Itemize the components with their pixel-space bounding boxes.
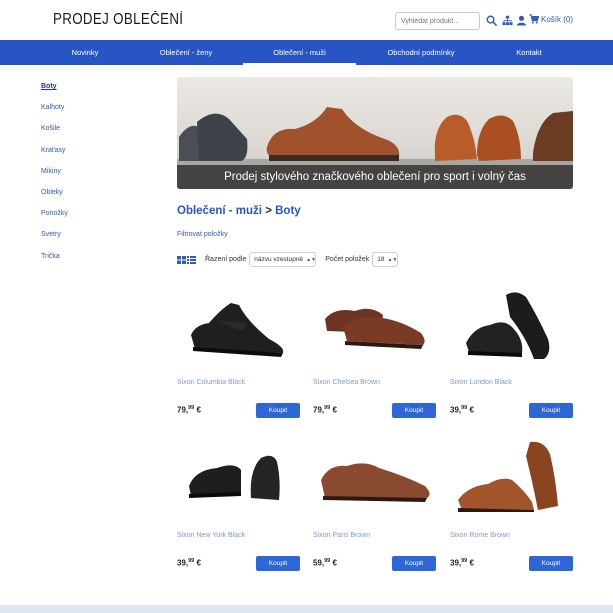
product-name[interactable]: Sixon London Black bbox=[450, 379, 512, 386]
product-card[interactable]: Sixon London Black 39,99 € Koupit bbox=[450, 287, 573, 418]
view-switcher bbox=[177, 255, 196, 264]
sort-label: Řazení podle bbox=[205, 256, 247, 263]
breadcrumb: Oblečení - muži > Boty bbox=[177, 205, 301, 217]
sort-select-value: názvu vzestupně bbox=[254, 256, 304, 263]
price-integer: 59, bbox=[313, 558, 325, 568]
product-price: 79,99 € bbox=[313, 405, 337, 415]
cart-icon bbox=[529, 14, 539, 24]
price-currency: € bbox=[332, 405, 337, 415]
product-image-shoe[interactable] bbox=[313, 440, 436, 525]
sort-select-arrow-icon: ▲▼ bbox=[306, 256, 316, 263]
product-image-shoe[interactable] bbox=[177, 440, 300, 525]
product-image-shoe[interactable] bbox=[450, 287, 573, 372]
price-decimal: 99 bbox=[324, 558, 331, 564]
product-name[interactable]: Sixon Paris Brown bbox=[313, 532, 370, 539]
search-icon[interactable] bbox=[486, 15, 497, 26]
header: PRODEJ OBLEČENÍ Košík (0) bbox=[0, 0, 613, 40]
buy-button[interactable]: Koupit bbox=[392, 403, 436, 418]
nav-item-novinky[interactable]: Novinky bbox=[40, 40, 130, 65]
product-price: 39,99 € bbox=[177, 558, 201, 568]
product-name[interactable]: Sixon Rome Brown bbox=[450, 532, 510, 539]
breadcrumb-separator: > bbox=[265, 205, 272, 217]
product-price: 79,99 € bbox=[177, 405, 201, 415]
sidebar-item-ponozky[interactable]: Ponožky bbox=[41, 210, 141, 231]
product-card[interactable]: Sixon Chelsea Brown 79,99 € Koupit bbox=[313, 287, 436, 418]
product-price: 39,99 € bbox=[450, 405, 474, 415]
product-card[interactable]: Sixon Rome Brown 39,99 € Koupit bbox=[450, 440, 573, 571]
product-image-shoe[interactable] bbox=[450, 440, 573, 525]
buy-button[interactable]: Koupit bbox=[256, 403, 300, 418]
breadcrumb-parent[interactable]: Oblečení - muži bbox=[177, 205, 262, 217]
product-price: 59,99 € bbox=[313, 558, 337, 568]
price-decimal: 99 bbox=[188, 558, 195, 564]
nav-item-women[interactable]: Oblečení - ženy bbox=[140, 40, 232, 65]
nav-item-terms[interactable]: Obchodní podmínky bbox=[375, 40, 467, 65]
price-integer: 79, bbox=[177, 405, 189, 415]
price-decimal: 99 bbox=[188, 405, 195, 411]
nav-item-men[interactable]: Oblečení - muži bbox=[243, 40, 356, 65]
product-card[interactable]: Sixon New York Black 39,99 € Koupit bbox=[177, 440, 300, 571]
sidebar-item-tricka[interactable]: Trička bbox=[41, 253, 141, 274]
product-card[interactable]: Sixon Columbia Black 79,99 € Koupit bbox=[177, 287, 300, 418]
breadcrumb-current: Boty bbox=[275, 205, 301, 217]
product-name[interactable]: Sixon New York Black bbox=[177, 532, 245, 539]
price-currency: € bbox=[469, 558, 474, 568]
product-name[interactable]: Sixon Columbia Black bbox=[177, 379, 245, 386]
price-currency: € bbox=[469, 405, 474, 415]
banner-caption: Prodej stylového značkového oblečení pro… bbox=[177, 165, 573, 189]
price-integer: 39, bbox=[177, 558, 189, 568]
product-name[interactable]: Sixon Chelsea Brown bbox=[313, 379, 380, 386]
sidebar-item-mikiny[interactable]: Mikiny bbox=[41, 168, 141, 189]
buy-button[interactable]: Koupit bbox=[392, 556, 436, 571]
product-card[interactable]: Sixon Paris Brown 59,99 € Koupit bbox=[313, 440, 436, 571]
buy-button[interactable]: Koupit bbox=[529, 403, 573, 418]
buy-button[interactable]: Koupit bbox=[256, 556, 300, 571]
category-sidebar: Boty Kalhoty Košile Kraťasy Mikiny Oblek… bbox=[41, 83, 141, 274]
grid-view-icon[interactable] bbox=[177, 255, 186, 264]
price-decimal: 99 bbox=[461, 405, 468, 411]
sidebar-item-boty[interactable]: Boty bbox=[41, 83, 141, 104]
price-decimal: 99 bbox=[324, 405, 331, 411]
user-icon[interactable] bbox=[516, 15, 527, 26]
nav-item-contact[interactable]: Kontakt bbox=[490, 40, 568, 65]
count-select-arrow-icon: ▲▼ bbox=[387, 256, 398, 263]
price-currency: € bbox=[332, 558, 337, 568]
buy-button[interactable]: Koupit bbox=[529, 556, 573, 571]
sidebar-item-kratasy[interactable]: Kraťasy bbox=[41, 147, 141, 168]
sidebar-item-obleky[interactable]: Obleky bbox=[41, 189, 141, 210]
sidebar-item-kosile[interactable]: Košile bbox=[41, 125, 141, 146]
listing-toolbar: Řazení podle názvu vzestupně ▲▼ Počet po… bbox=[177, 252, 399, 267]
product-image-shoe[interactable] bbox=[177, 287, 300, 372]
sidebar-item-svetry[interactable]: Svetry bbox=[41, 231, 141, 252]
product-price: 39,99 € bbox=[450, 558, 474, 568]
price-decimal: 99 bbox=[461, 558, 468, 564]
price-integer: 79, bbox=[313, 405, 325, 415]
cart-label: Košík (0) bbox=[541, 14, 574, 24]
price-integer: 39, bbox=[450, 558, 462, 568]
product-image-shoe[interactable] bbox=[313, 287, 436, 372]
price-integer: 39, bbox=[450, 405, 462, 415]
count-select[interactable]: 18 ▲▼ bbox=[372, 252, 399, 267]
list-view-icon[interactable] bbox=[187, 255, 196, 264]
price-currency: € bbox=[196, 558, 201, 568]
price-currency: € bbox=[196, 405, 201, 415]
count-select-value: 18 bbox=[377, 256, 385, 263]
site-logo[interactable]: PRODEJ OBLEČENÍ bbox=[53, 11, 183, 29]
main-nav: Novinky Oblečení - ženy Oblečení - muži … bbox=[0, 40, 613, 65]
cart-link[interactable]: Košík (0) bbox=[529, 14, 573, 24]
sitemap-icon[interactable] bbox=[502, 15, 513, 26]
footer-strip bbox=[0, 605, 613, 613]
promo-banner[interactable]: Prodej stylového značkového oblečení pro… bbox=[177, 77, 573, 189]
count-label: Počet položek bbox=[325, 256, 370, 263]
filter-items-link[interactable]: Filtrovat položky bbox=[177, 231, 228, 238]
search-input[interactable] bbox=[395, 12, 480, 30]
sort-select[interactable]: názvu vzestupně ▲▼ bbox=[249, 252, 317, 267]
sidebar-item-kalhoty[interactable]: Kalhoty bbox=[41, 104, 141, 125]
